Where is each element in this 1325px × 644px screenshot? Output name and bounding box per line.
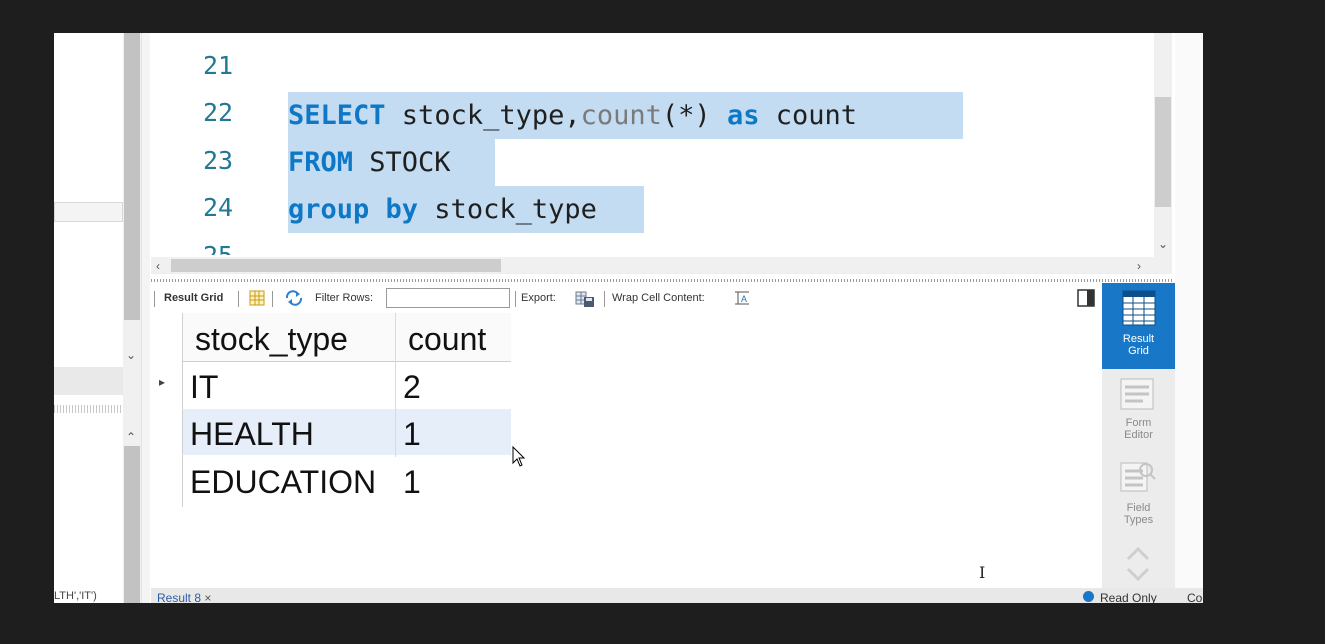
table-cell[interactable]: 2 [403,364,421,410]
svg-text:A: A [741,294,747,304]
toggle-panel-icon[interactable] [1077,289,1095,310]
row-selector[interactable]: ▸ [151,361,183,409]
row-selector[interactable] [151,409,183,455]
toolbar-divider [238,291,239,307]
window-edge [1175,33,1203,603]
context-help-tab[interactable]: Co [1187,591,1202,603]
code-line-24[interactable]: group by stock_type [288,186,644,233]
column-header-stock-type[interactable]: stock_type [195,316,348,362]
row-selector[interactable] [151,455,183,507]
export-label: Export: [521,292,556,304]
result-grid-panel-label: Result Grid [1122,333,1155,357]
table-cell[interactable]: HEALTH [190,411,314,457]
chevron-down-icon[interactable]: ⌄ [126,349,136,361]
result-grid-icon [1122,290,1156,331]
mouse-pointer-icon [512,445,526,473]
chevron-up-icon[interactable]: ⌃ [126,431,136,443]
info-icon [1083,591,1094,602]
result-grid[interactable]: ▸ stock_type count IT 2 HEALTH 1 EDUCATI… [151,313,511,508]
field-types-label[interactable]: Field Types [1102,502,1175,526]
keyword-as: as [726,100,760,131]
navigator-scroll-thumb-lower[interactable] [124,446,140,603]
scroll-up-down-icon[interactable] [1124,545,1152,588]
table-cell[interactable]: 1 [403,459,421,505]
filter-rows-input[interactable] [386,288,510,308]
line-number: 23 [203,146,234,175]
editor-vertical-thumb[interactable] [1155,97,1171,207]
keyword-group-by: group by [288,194,419,225]
wrap-text-icon[interactable]: A [734,290,750,309]
toolbar-divider [515,291,516,307]
chevron-right-icon[interactable]: › [1137,260,1141,272]
code-group-column: stock_type [418,194,597,225]
line-number: 21 [203,51,234,80]
chevron-left-icon[interactable]: ‹ [156,260,160,272]
refresh-icon[interactable] [284,290,304,309]
table-cell[interactable]: IT [190,364,218,410]
toolbar-divider [272,291,273,307]
toolbar-divider [604,291,605,307]
keyword-select: SELECT [288,100,386,131]
code-args: (*) [661,100,727,131]
navigator-scroll-thumb[interactable] [124,33,140,320]
tab-label: Result 8 [157,591,202,603]
line-number: 22 [203,98,234,127]
column-divider[interactable] [395,313,396,457]
workbench-window: LTH','IT') ⌄ ⌃ 21 22 23 24 25 SELECT sto… [54,33,1203,603]
column-header-count[interactable]: count [408,316,486,362]
table-cell[interactable]: 1 [403,411,421,457]
keyword-from: FROM [288,147,354,178]
result-grid-panel-button[interactable]: Result Grid [1102,283,1175,369]
field-types-icon[interactable] [1119,459,1157,498]
code-alias: count [759,100,874,131]
form-editor-label[interactable]: Form Editor [1102,417,1175,441]
output-snippet: LTH','IT') [54,590,97,602]
tab-result-8[interactable]: Result 8 × [157,591,211,603]
current-row-icon: ▸ [159,375,166,389]
export-icon[interactable] [575,290,595,311]
close-icon[interactable]: × [204,591,211,603]
panel-splitter[interactable] [141,33,150,603]
wrap-cell-label: Wrap Cell Content: [612,292,705,304]
result-grid-label[interactable]: Result Grid [164,292,223,304]
toolbar-divider [154,291,155,307]
text-cursor-icon: I [979,563,986,582]
editor-resize-handle[interactable] [151,279,1173,282]
navigator-field[interactable] [54,202,123,222]
row-selector-header [151,313,183,361]
result-toolbar: Result Grid Filter Rows: Export: Wrap Ce… [154,287,1099,311]
code-line-22[interactable]: SELECT stock_type,count(*) as count [288,92,963,139]
form-editor-icon[interactable] [1119,377,1155,416]
filter-rows-label: Filter Rows: [315,292,374,304]
code-table: STOCK [353,147,467,178]
grid-columns-icon[interactable] [249,290,265,309]
code-columns: stock_type, [385,100,581,131]
chevron-down-icon[interactable]: ⌄ [1158,238,1168,250]
table-cell[interactable]: EDUCATION [190,459,376,505]
code-line-23[interactable]: FROM STOCK [288,139,495,186]
code-function: count [580,100,662,131]
read-only-status: Read Only [1100,591,1157,603]
editor-horizontal-thumb[interactable] [171,259,501,272]
sql-editor[interactable]: 21 22 23 24 25 SELECT stock_type,count(*… [151,33,1203,274]
line-number: 25 [203,241,233,255]
line-number: 24 [203,193,234,222]
result-tabs-bar [151,588,1203,603]
